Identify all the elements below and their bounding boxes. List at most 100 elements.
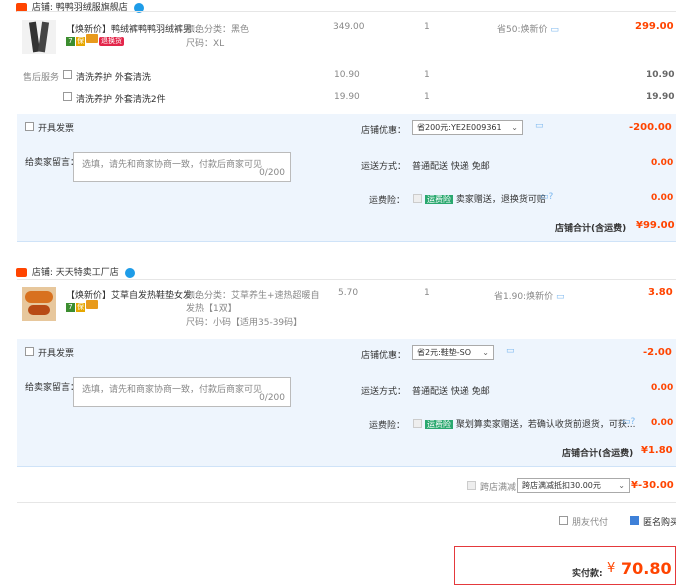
coupon-select[interactable]: 省2元:鞋垫-SO ⌄ xyxy=(412,345,494,360)
insurance-info: 运费险 聚划算卖家赠送，若确认收货前退货，可获... xyxy=(425,417,635,430)
discount-text: 省50:焕新价 xyxy=(497,25,548,35)
chat-icon[interactable]: ▭ xyxy=(535,121,544,131)
service-name-2: 清洗养护 外套清洗2件 xyxy=(76,95,166,105)
message-counter: 0/200 xyxy=(259,393,285,403)
service-qty-1: 1 xyxy=(424,70,430,80)
delivery-value: 普通配送 快递 免邮 xyxy=(412,162,490,172)
7day-return-tag: 7 xyxy=(66,303,75,312)
invoice-checkbox[interactable] xyxy=(25,122,34,131)
product-thumbnail[interactable] xyxy=(22,20,56,54)
service-checkbox-2[interactable] xyxy=(63,92,72,101)
friend-pay-checkbox[interactable] xyxy=(559,516,568,525)
info-bubble-icon[interactable]: ▭ xyxy=(556,292,565,302)
help-icon[interactable]: ▭? xyxy=(540,192,553,202)
chevron-down-icon: ⌄ xyxy=(511,123,518,132)
delivery-value: 普通配送 快递 免邮 xyxy=(412,387,490,397)
shop-total-label: 店铺合计(含运费) xyxy=(555,224,627,234)
delivery-amount: 0.00 xyxy=(651,383,674,393)
shop-total-label: 店铺合计(含运费) xyxy=(562,449,634,459)
quantity: 1 xyxy=(424,22,430,32)
sku-size: 尺码：XL xyxy=(186,39,225,49)
card-icon xyxy=(86,34,98,43)
coupon-select-value: 省2元:鞋垫-SO xyxy=(417,348,472,357)
insurance-checkbox[interactable] xyxy=(413,419,422,428)
friend-pay-label[interactable]: 朋友代付 xyxy=(572,515,608,528)
sku-size: 尺码：小码【适用35-39码】 xyxy=(186,318,303,328)
cross-shop-checkbox[interactable] xyxy=(467,481,476,490)
services-label: 售后服务 xyxy=(23,73,60,83)
unit-price: 349.00 xyxy=(333,22,365,32)
unit-price: 5.70 xyxy=(338,288,359,298)
coupon-amount: -2.00 xyxy=(643,347,672,358)
sku-color: 颜色分类：艾草养生+速热超暖自 xyxy=(186,291,320,301)
invoice-label[interactable]: 开具发票 xyxy=(38,346,74,359)
help-icon[interactable]: ▭? xyxy=(622,417,635,427)
anonymous-label[interactable]: 匿名购买 xyxy=(643,515,676,528)
guarantee-tag: 保 xyxy=(76,37,85,46)
cross-shop-row: 跨店满减 跨店满减抵扣30.00元 ⌄ ¥-30.00 xyxy=(17,470,676,503)
cross-shop-select[interactable]: 跨店满减抵扣30.00元 ⌄ xyxy=(517,478,630,493)
delivery-amount: 0.00 xyxy=(651,158,674,168)
message-label: 给卖家留言： xyxy=(25,158,80,168)
guarantee-tag: 保 xyxy=(76,303,85,312)
insurance-label: 运费险： xyxy=(369,196,406,206)
insurance-text: 卖家赠送，退换货可赔 xyxy=(455,195,546,205)
invoice-label[interactable]: 开具发票 xyxy=(38,121,74,134)
service-checkbox-1[interactable] xyxy=(63,70,72,79)
insurance-amount: 0.00 xyxy=(651,193,674,203)
anonymous-checkbox[interactable] xyxy=(630,516,639,525)
shop-total: ¥1.80 xyxy=(641,445,673,456)
sku-color: 颜色分类：黑色 xyxy=(186,25,250,35)
service-tags: 7 保 退换货 xyxy=(66,34,124,46)
wangwang-chat-icon[interactable] xyxy=(124,267,135,278)
message-textarea[interactable]: 选填，请先和商家协商一致，付款后商家可见 0/200 xyxy=(73,377,291,407)
shop2-header: 店铺: 天天特卖工厂店 xyxy=(16,265,135,278)
sku-color-cont: 发热【1双】 xyxy=(186,304,237,314)
shop-total: ¥99.00 xyxy=(636,220,675,231)
product-thumbnail[interactable] xyxy=(22,287,56,321)
discount-info: 省1.90:焕新价 ▭ xyxy=(494,289,564,302)
service-price-1: 10.90 xyxy=(334,70,360,80)
divider xyxy=(17,279,676,280)
coupon-amount: -200.00 xyxy=(629,122,672,133)
shop-icon xyxy=(16,268,27,277)
item-total: 299.00 xyxy=(635,21,674,32)
insurance-info: 运费险 卖家赠送，退换货可赔 xyxy=(425,192,546,205)
7day-return-tag: 7 xyxy=(66,37,75,46)
delivery-label: 运送方式： xyxy=(361,162,407,172)
divider xyxy=(17,11,676,12)
message-label: 给卖家留言： xyxy=(25,383,80,393)
message-counter: 0/200 xyxy=(259,168,285,178)
quantity: 1 xyxy=(424,288,430,298)
service-name-1: 清洗养护 外套清洗 xyxy=(76,73,151,83)
shop2-name[interactable]: 店铺: 天天特卖工厂店 xyxy=(32,268,119,278)
payment-label: 实付款: xyxy=(572,569,603,579)
discount-text: 省1.90:焕新价 xyxy=(494,292,554,302)
chevron-down-icon: ⌄ xyxy=(482,348,489,357)
chat-icon[interactable]: ▭ xyxy=(506,346,515,356)
cross-shop-label: 跨店满减 xyxy=(480,483,517,493)
return-tag: 退换货 xyxy=(99,37,124,46)
service-qty-2: 1 xyxy=(424,92,430,102)
item-total: 3.80 xyxy=(648,287,673,298)
coupon-label: 店铺优惠： xyxy=(361,351,407,361)
payment-amount: 70.80 xyxy=(621,559,672,578)
chevron-down-icon: ⌄ xyxy=(618,481,625,490)
insurance-text: 聚划算卖家赠送，若确认收货前退货，可获... xyxy=(455,420,636,430)
coupon-select[interactable]: 省200元:YE2E009361 ⌄ xyxy=(412,120,523,135)
insurance-checkbox[interactable] xyxy=(413,194,422,203)
payment-summary: 实付款: ¥ 70.80 xyxy=(454,546,676,585)
cross-shop-amount: ¥-30.00 xyxy=(631,480,674,491)
cross-shop-select-value: 跨店满减抵扣30.00元 xyxy=(522,481,601,490)
message-textarea[interactable]: 选填，请先和商家协商一致，付款后商家可见 0/200 xyxy=(73,152,291,182)
service-total-1: 10.90 xyxy=(646,70,675,80)
card-icon xyxy=(86,300,98,309)
insurance-label: 运费险： xyxy=(369,421,406,431)
freight-insurance-tag: 运费险 xyxy=(425,195,453,204)
shop2-order-panel: 开具发票 店铺优惠： 省2元:鞋垫-SO ⌄ ▭ -2.00 给卖家留言： 选填… xyxy=(17,339,676,467)
invoice-checkbox[interactable] xyxy=(25,347,34,356)
service-price-2: 19.90 xyxy=(334,92,360,102)
message-placeholder: 选填，请先和商家协商一致，付款后商家可见 xyxy=(82,385,263,395)
info-bubble-icon[interactable]: ▭ xyxy=(550,25,559,35)
message-placeholder: 选填，请先和商家协商一致，付款后商家可见 xyxy=(82,160,263,170)
